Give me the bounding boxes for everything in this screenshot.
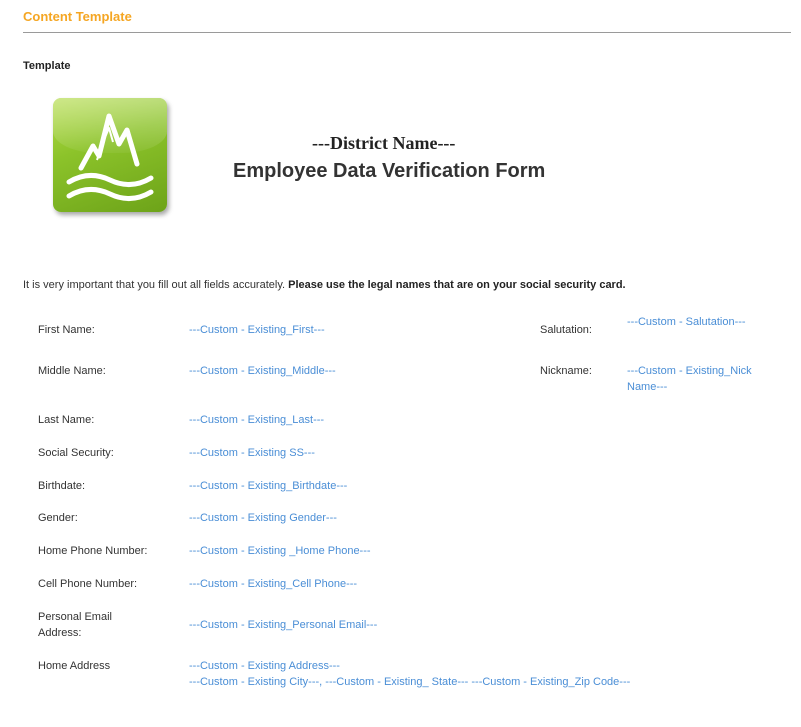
template-label: Template xyxy=(23,60,71,72)
form-title: Employee Data Verification Form xyxy=(233,160,546,182)
gender-value: ---Custom - Existing Gender--- xyxy=(189,512,337,524)
home-phone-value: ---Custom - Existing _Home Phone--- xyxy=(189,545,371,557)
birthdate-label: Birthdate: xyxy=(38,480,86,492)
district-name: ---District Name--- xyxy=(312,133,456,153)
nickname-value: ---Custom - Existing_Nick Name--- xyxy=(627,365,752,393)
last-name-value: ---Custom - Existing_Last--- xyxy=(189,414,325,426)
section-title: Content Template xyxy=(23,9,132,24)
home-address-line1: ---Custom - Existing Address--- xyxy=(189,660,340,672)
mountain-logo-icon xyxy=(53,98,167,212)
first-name-label: First Name: xyxy=(38,324,95,336)
birthdate-value: ---Custom - Existing_Birthdate--- xyxy=(189,480,348,492)
cell-phone-value: ---Custom - Existing_Cell Phone--- xyxy=(189,578,358,590)
home-address-line2: ---Custom - Existing City---, ---Custom … xyxy=(189,676,631,688)
intro-normal: It is very important that you fill out a… xyxy=(23,279,286,291)
intro-text: It is very important that you fill out a… xyxy=(23,279,626,291)
salutation-value: ---Custom - Salutation--- xyxy=(627,316,746,328)
personal-email-value: ---Custom - Existing_Personal Email--- xyxy=(189,619,378,631)
intro-bold: Please use the legal names that are on y… xyxy=(288,279,626,291)
home-address-label: Home Address xyxy=(38,660,111,672)
home-phone-label: Home Phone Number: xyxy=(38,545,148,557)
social-security-value: ---Custom - Existing SS--- xyxy=(189,447,315,459)
last-name-label: Last Name: xyxy=(38,414,95,426)
middle-name-label: Middle Name: xyxy=(38,365,106,377)
social-security-label: Social Security: xyxy=(38,447,114,459)
salutation-label: Salutation: xyxy=(540,324,592,336)
middle-name-value: ---Custom - Existing_Middle--- xyxy=(189,365,336,377)
nickname-label: Nickname: xyxy=(540,365,592,377)
header-divider xyxy=(23,32,791,33)
first-name-value: ---Custom - Existing_First--- xyxy=(189,324,325,336)
cell-phone-label: Cell Phone Number: xyxy=(38,578,138,590)
gender-label: Gender: xyxy=(38,512,78,524)
personal-email-label: Personal Email Address: xyxy=(38,611,112,639)
